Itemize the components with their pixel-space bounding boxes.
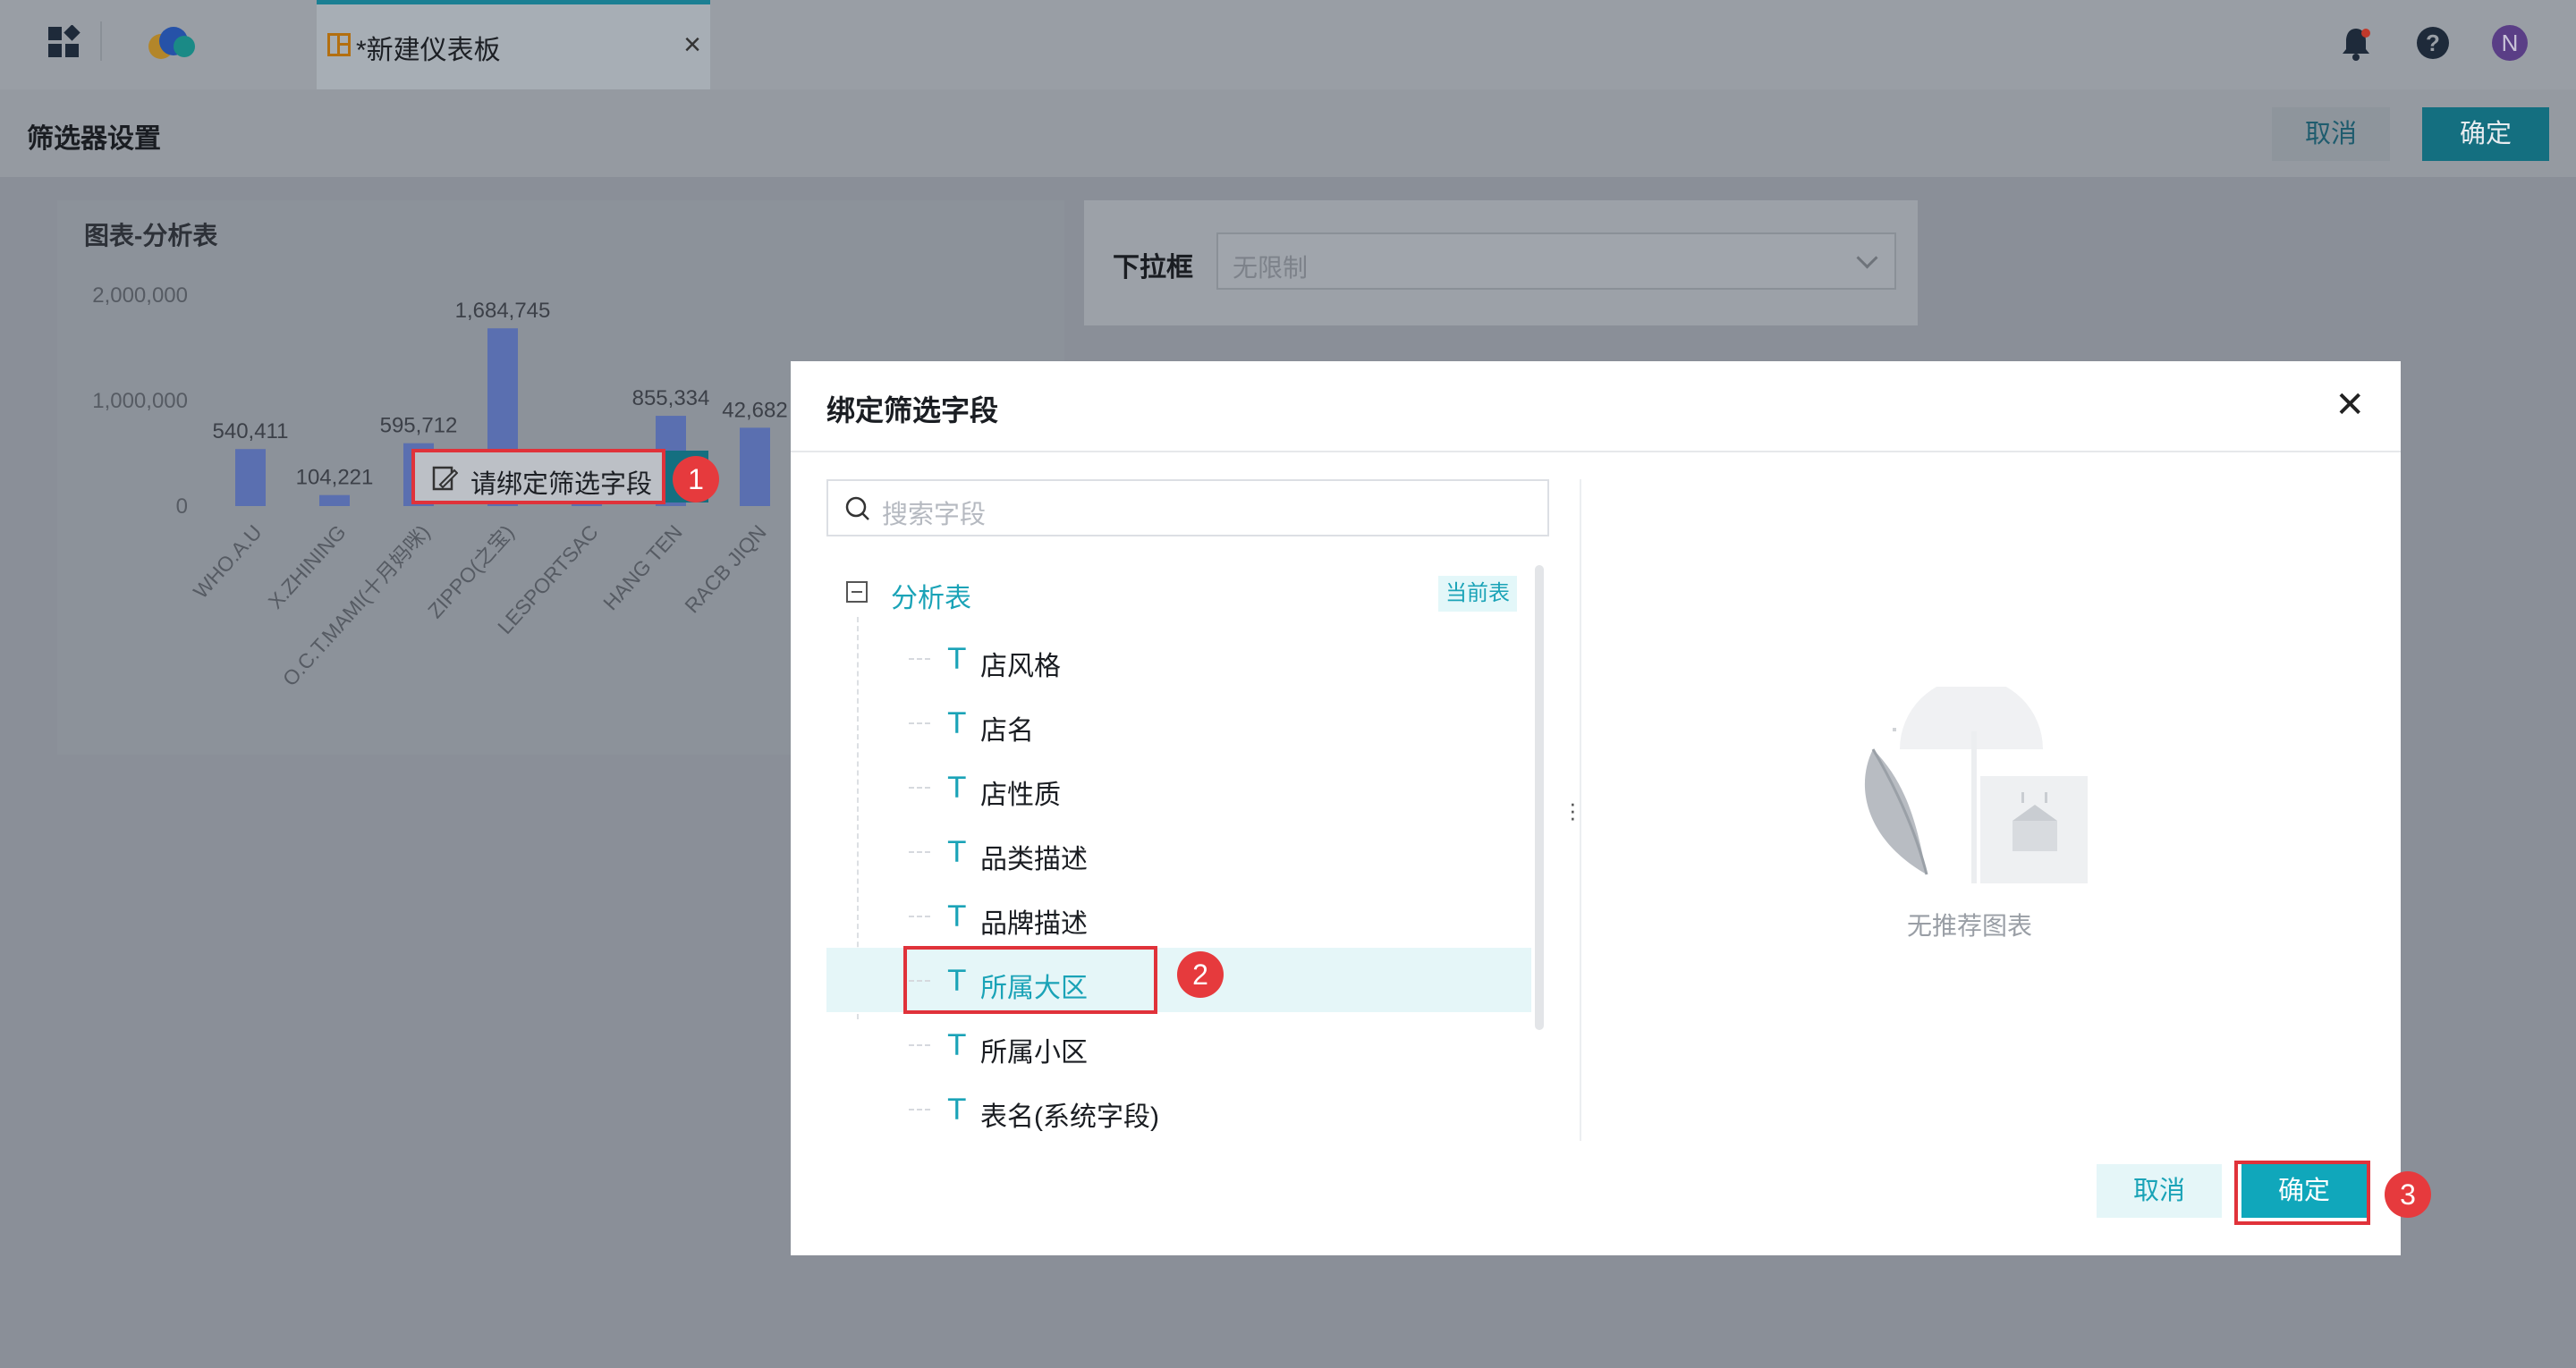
tree-branch-line (909, 851, 930, 853)
tree-field-item[interactable]: T 店名 (826, 690, 1531, 755)
tree-field-label: 品类描述 (980, 845, 1088, 874)
close-icon[interactable]: ✕ (2334, 384, 2365, 426)
confirm-button[interactable]: 确定 (2422, 107, 2549, 161)
tree-field-label: 表名(系统字段) (980, 1102, 1159, 1132)
data-label: 855,334 (632, 386, 710, 410)
step-badge-2: 2 (1177, 951, 1224, 998)
top-bar: *新建仪表板 × ? N (0, 0, 2576, 89)
confirm-highlight (2234, 1161, 2370, 1225)
selected-field-highlight (903, 946, 1157, 1014)
chart-bar (740, 427, 770, 506)
tree-branch-line (909, 722, 930, 724)
tree-field-item[interactable]: T 店性质 (826, 755, 1531, 819)
x-category-label: O.C.T.MAMI(十月妈咪) (278, 520, 435, 690)
tree-branch-line (909, 1109, 930, 1110)
close-icon[interactable]: × (683, 28, 701, 63)
tree-field-item[interactable]: T 表名(系统字段) (826, 1077, 1531, 1141)
tab-new-dashboard[interactable]: *新建仪表板 × (317, 0, 710, 89)
tree-scrollbar[interactable] (1535, 565, 1544, 1030)
page-title: 筛选器设置 (27, 124, 161, 154)
x-category-label: RACB JIQN (680, 520, 770, 618)
filter-settings-bar: 筛选器设置 取消 确定 (0, 89, 2576, 177)
apps-icon[interactable] (47, 25, 82, 61)
data-label: 42,682 (722, 398, 787, 422)
tree-field-item[interactable]: T 所属小区 (826, 1012, 1531, 1077)
dropdown-select[interactable]: 无限制 (1216, 232, 1896, 290)
user-avatar[interactable]: N (2492, 25, 2528, 61)
tree-field-label: 店名 (980, 716, 1034, 746)
svg-text:?: ? (2426, 30, 2440, 56)
dialog-cancel-button[interactable]: 取消 (2097, 1164, 2222, 1218)
dialog-divider (791, 451, 2401, 452)
tree-field-item[interactable]: T 品牌描述 (826, 883, 1531, 948)
collapse-icon[interactable] (846, 581, 868, 603)
text-field-type-icon: T (948, 706, 966, 740)
logo-icon (148, 27, 195, 59)
y-tick-label: 1,000,000 (92, 389, 188, 413)
tab-dashboard-icon (327, 33, 351, 56)
tab-title: *新建仪表板 (356, 36, 501, 65)
text-field-type-icon: T (948, 835, 966, 869)
text-field-type-icon: T (948, 642, 966, 676)
tree-field-item[interactable]: T 品类描述 (826, 819, 1531, 883)
tree-field-label: 品牌描述 (980, 909, 1088, 939)
empty-illustration-icon (1864, 687, 2088, 883)
tree-field-label: 所属小区 (980, 1038, 1088, 1068)
data-label: 1,684,745 (455, 299, 551, 323)
data-label: 595,712 (380, 414, 458, 438)
tree-field-label: 店性质 (980, 781, 1061, 810)
text-field-type-icon: T (948, 1028, 966, 1062)
current-table-tag: 当前表 (1438, 576, 1517, 612)
x-category-label: WHO.A.U (189, 520, 267, 603)
dialog-title: 绑定筛选字段 (826, 394, 999, 426)
tree-branch-line (909, 916, 930, 917)
step-badge-3: 3 (2385, 1171, 2431, 1218)
text-field-type-icon: T (948, 1093, 966, 1127)
text-field-type-icon: T (948, 771, 966, 805)
resize-grip-icon[interactable]: · · · (1569, 791, 1577, 829)
search-input[interactable]: 搜索字段 (826, 479, 1549, 536)
y-tick-label: 2,000,000 (92, 283, 188, 308)
data-label: 540,411 (213, 419, 289, 443)
x-category-label: X.ZHINING (264, 520, 351, 613)
tree-field-item[interactable]: T 店风格 (826, 626, 1531, 690)
dropdown-placeholder: 无限制 (1233, 254, 1309, 282)
help-icon[interactable]: ? (2415, 25, 2451, 61)
tree-root-label: 分析表 (891, 584, 971, 613)
bind-field-tooltip-label: 请绑定筛选字段 (470, 470, 653, 499)
dropdown-label: 下拉框 (1113, 253, 1193, 283)
search-placeholder: 搜索字段 (882, 501, 987, 529)
notification-bell-icon[interactable] (2338, 25, 2374, 63)
tree-field-label: 店风格 (980, 652, 1061, 681)
y-tick-label: 0 (176, 494, 188, 519)
tree-branch-line (909, 658, 930, 660)
x-category-label: HANG TEN (598, 520, 687, 614)
step-badge-1: 1 (673, 456, 719, 502)
bind-field-tooltip[interactable]: 请绑定筛选字段 (411, 449, 665, 504)
chart-bar (235, 449, 266, 506)
x-category-label: ZIPPO(之宝) (423, 520, 519, 622)
bind-filter-field-dialog: 绑定筛选字段 ✕ 搜索字段 分析表 当前表 T 店风格 T 店名 T 店性质 T 品类描述 T 品… (791, 361, 2401, 1255)
filter-preview-panel: 下拉框 无限制 (1084, 200, 1918, 325)
no-recommended-chart-text: 无推荐图表 (1907, 912, 2033, 940)
edit-icon (432, 466, 458, 491)
panel-divider (1580, 479, 1581, 1141)
cancel-button[interactable]: 取消 (2272, 107, 2390, 161)
text-field-type-icon: T (948, 899, 966, 933)
chart-bar (319, 494, 350, 506)
topbar-divider (100, 21, 102, 61)
search-icon (845, 496, 869, 520)
tree-branch-line (909, 1044, 930, 1046)
chevron-down-icon (1856, 247, 1878, 269)
tree-branch-line (909, 787, 930, 789)
data-label: 104,221 (296, 466, 374, 490)
